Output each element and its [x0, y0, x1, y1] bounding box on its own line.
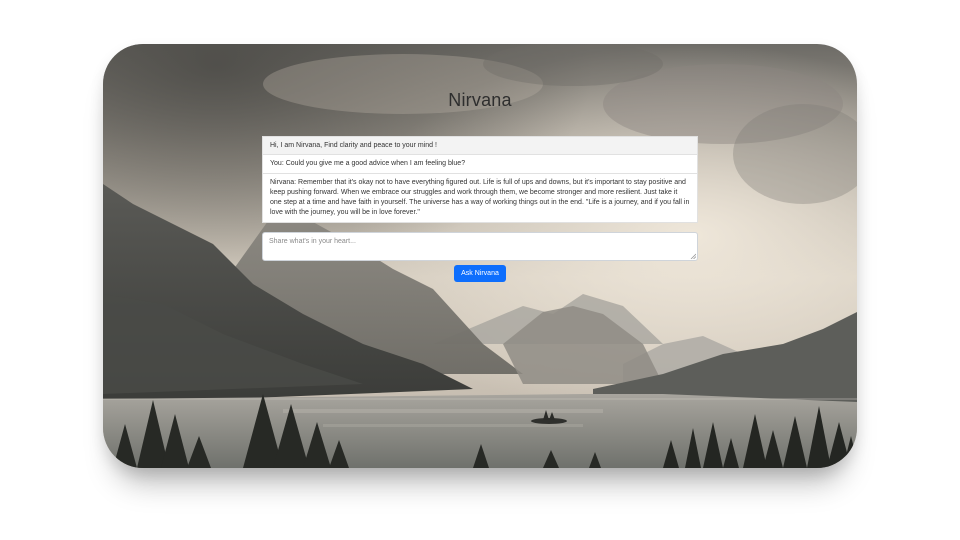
chat-message-bot-reply: Nirvana: Remember that it's okay not to …	[262, 174, 698, 223]
page-title: Nirvana	[448, 90, 512, 110]
chat-message-user: You: Could you give me a good advice whe…	[262, 155, 698, 174]
app-window: Nirvana Hi, I am Nirvana, Find clarity a…	[103, 44, 857, 468]
ask-nirvana-button[interactable]: Ask Nirvana	[454, 265, 506, 282]
chat-log: Hi, I am Nirvana, Find clarity and peace…	[262, 136, 698, 223]
resize-grip-icon[interactable]	[690, 253, 696, 259]
chat-message-bot-greeting: Hi, I am Nirvana, Find clarity and peace…	[262, 136, 698, 155]
message-input[interactable]	[262, 232, 698, 261]
